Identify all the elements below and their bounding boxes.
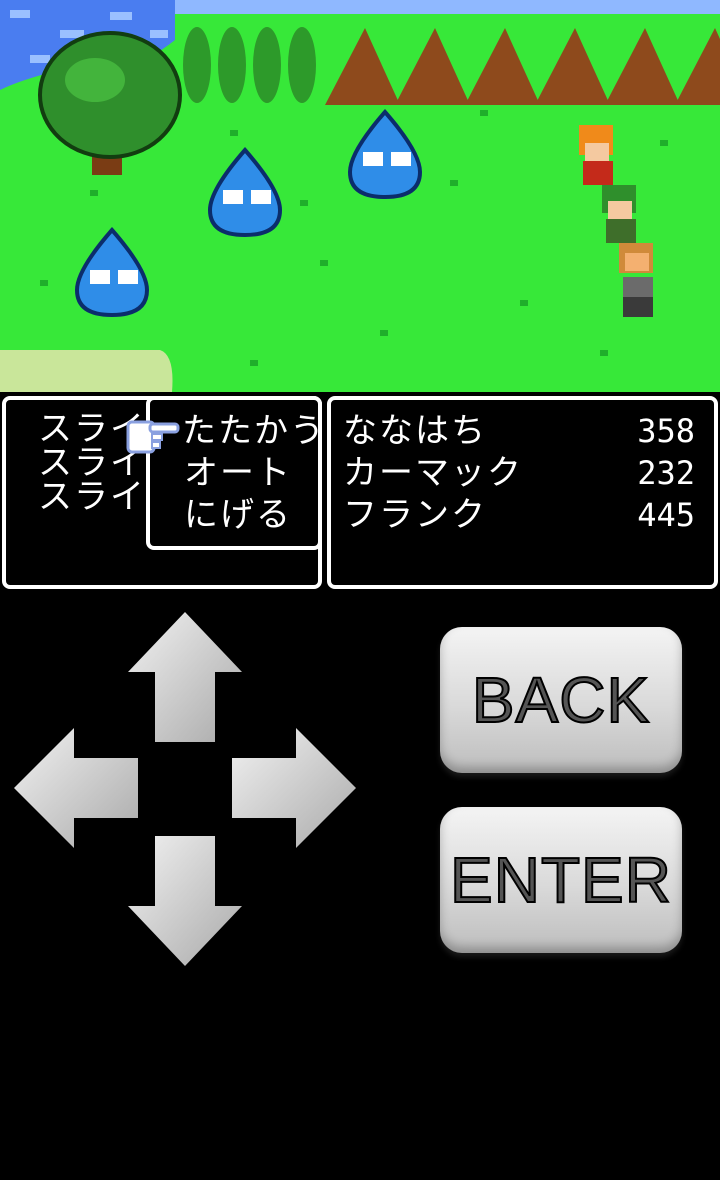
sand-patch: [0, 350, 173, 392]
command-fight[interactable]: たたかう: [182, 414, 326, 448]
right-arrow-icon[interactable]: [232, 728, 356, 848]
back-button[interactable]: BACK: [440, 627, 682, 773]
enemy-name: スライ: [38, 477, 146, 517]
dpad: [10, 610, 360, 970]
enter-button[interactable]: ENTER: [440, 807, 682, 953]
party-member-name: ななはち: [343, 411, 487, 451]
mountains: [325, 28, 720, 105]
party-status-panel: ななはち 358 カーマック 232 フランク 445: [327, 396, 718, 589]
back-button-label: BACK: [471, 663, 651, 737]
enter-button-label: ENTER: [449, 843, 672, 917]
up-arrow-icon[interactable]: [128, 612, 242, 742]
command-run[interactable]: にげる: [184, 498, 292, 532]
party-member-hp: 445: [637, 496, 695, 534]
battle-background: [0, 0, 720, 392]
party-sprites: [579, 125, 653, 317]
party-member-name: フランク: [343, 495, 487, 535]
left-arrow-icon[interactable]: [14, 728, 138, 848]
command-auto[interactable]: オート: [184, 456, 292, 490]
down-arrow-icon[interactable]: [128, 836, 242, 966]
big-tree: [38, 31, 182, 175]
party-member-name: カーマック: [343, 453, 523, 493]
party-member-hp: 358: [637, 412, 695, 450]
party-member-hp: 232: [637, 454, 695, 492]
battle-field: [0, 0, 720, 392]
hand-cursor-icon: [126, 420, 180, 454]
small-trees: [183, 27, 316, 103]
